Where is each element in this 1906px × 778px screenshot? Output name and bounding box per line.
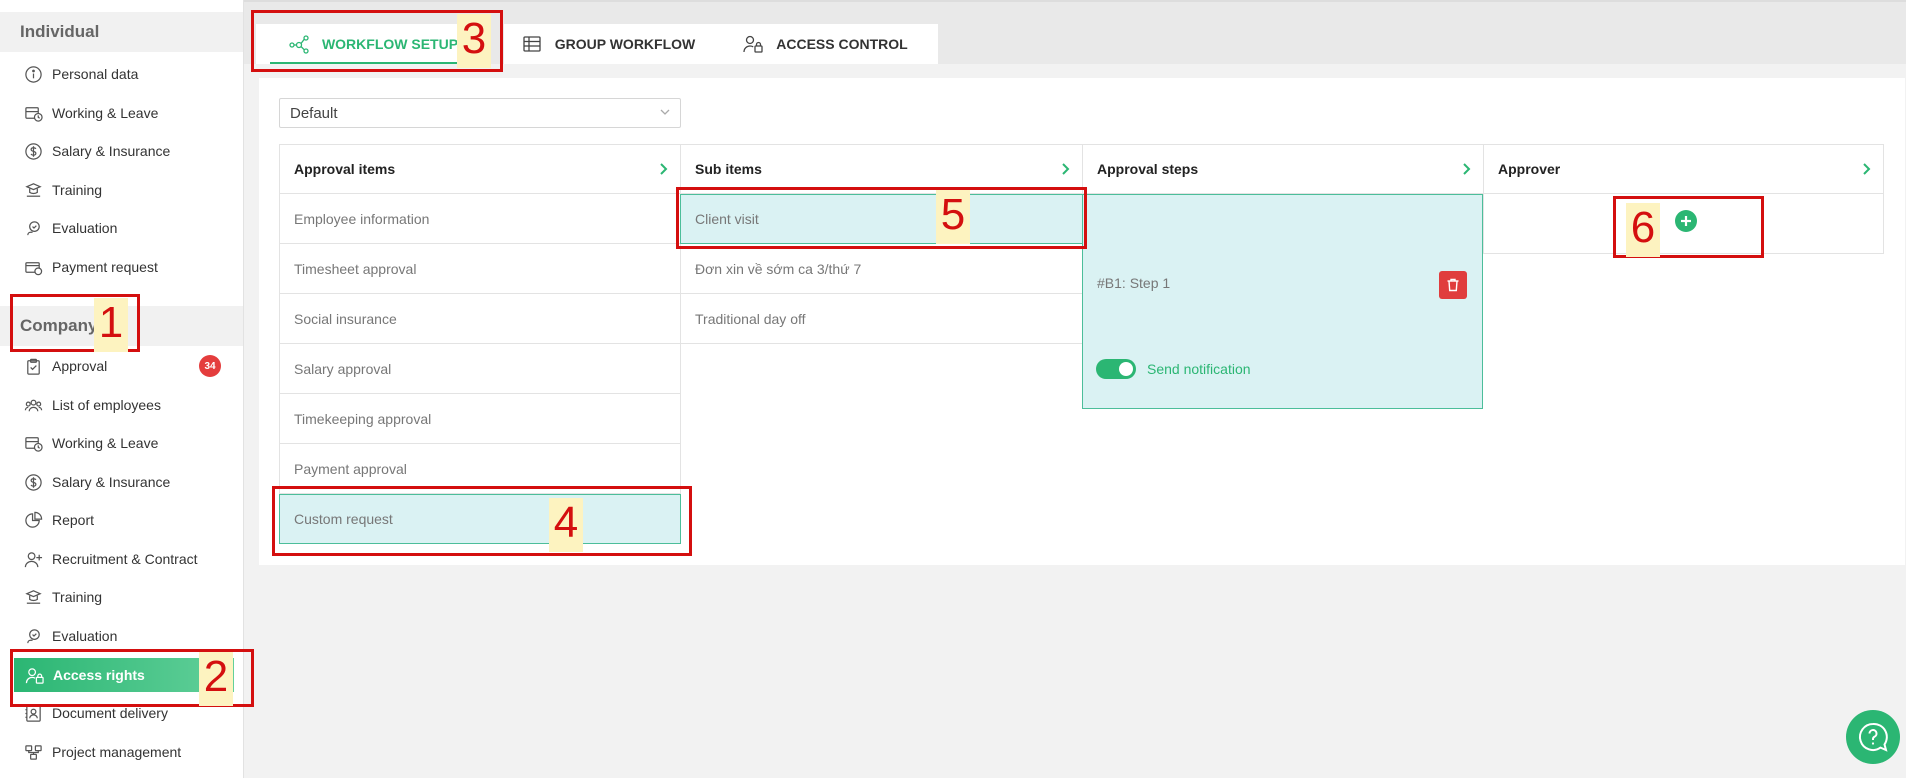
sidebar-item-label: Report: [52, 512, 95, 528]
table-icon: [523, 36, 541, 52]
annotation-number-2: 2: [199, 652, 233, 706]
column-header-label: Approver: [1498, 161, 1561, 177]
workflow-select-value: Default: [290, 104, 338, 122]
annotation-number-1: 1: [94, 298, 128, 352]
sidebar-item-payment-request[interactable]: Payment request: [0, 248, 243, 286]
annotation-number-3: 3: [457, 14, 491, 68]
approval-item-row[interactable]: Timekeeping approval: [279, 394, 681, 444]
sidebar-item-company-working-leave[interactable]: Working & Leave: [0, 424, 243, 462]
approval-steps-header: Approval steps: [1082, 144, 1484, 194]
calendar-clock-icon: [22, 102, 44, 124]
chevron-right-icon: [1062, 163, 1070, 175]
trash-icon: [1447, 278, 1459, 292]
sidebar-item-salary-insurance[interactable]: Salary & Insurance: [0, 132, 243, 170]
tab-label: ACCESS CONTROL: [776, 36, 908, 52]
training-icon: [22, 179, 44, 201]
workflow-select[interactable]: Default: [279, 98, 681, 128]
approval-item-row[interactable]: Social insurance: [279, 294, 681, 344]
sidebar-item-label: List of employees: [52, 397, 161, 413]
sidebar-item-label: Salary & Insurance: [52, 143, 171, 159]
sidebar-item-company-training[interactable]: Training: [0, 578, 243, 616]
annotation-box-4: [272, 486, 692, 556]
help-chat-icon: [1858, 722, 1888, 752]
tab-label: GROUP WORKFLOW: [554, 36, 696, 52]
clipboard-check-icon: [22, 355, 44, 377]
sidebar-item-label: Working & Leave: [52, 105, 159, 121]
users-icon: [22, 394, 44, 416]
sidebar-item-label: Working & Leave: [52, 435, 159, 451]
sidebar-item-approval[interactable]: Approval 34: [0, 347, 243, 385]
tab-group-workflow[interactable]: GROUP WORKFLOW: [504, 24, 712, 64]
section-header-individual: Individual: [0, 12, 243, 52]
sidebar-item-label: Training: [52, 589, 103, 605]
column-header-label: Sub items: [695, 161, 762, 177]
sidebar-item-label: Payment request: [52, 259, 158, 275]
evaluation-icon: [22, 217, 44, 239]
sidebar-item-personal-data[interactable]: Personal data: [0, 55, 243, 93]
approval-step-card[interactable]: #B1: Step 1 Send notification: [1082, 194, 1483, 409]
sidebar-item-working-leave[interactable]: Working & Leave: [0, 94, 243, 132]
delete-step-button[interactable]: [1439, 271, 1467, 299]
payment-icon: [22, 256, 44, 278]
column-header-label: Approval items: [294, 161, 396, 177]
chevron-down-icon: [660, 109, 670, 115]
chevron-right-icon: [1863, 163, 1871, 175]
sidebar-item-label: Salary & Insurance: [52, 474, 171, 490]
sidebar-item-company-salary-insurance[interactable]: Salary & Insurance: [0, 463, 243, 501]
sidebar-item-training[interactable]: Training: [0, 171, 243, 209]
sidebar-item-label: Document delivery: [52, 705, 168, 721]
approval-item-row[interactable]: Timesheet approval: [279, 244, 681, 294]
dollar-icon: [22, 471, 44, 493]
calendar-clock-icon: [22, 432, 44, 454]
training-icon: [22, 586, 44, 608]
sidebar-item-label: Evaluation: [52, 628, 118, 644]
send-notification-label: Send notification: [1147, 361, 1251, 377]
sidebar-item-label: Personal data: [52, 66, 139, 82]
approval-items-header: Approval items: [279, 144, 681, 194]
info-icon: [22, 63, 44, 85]
evaluation-icon: [22, 625, 44, 647]
sidebar-item-evaluation[interactable]: Evaluation: [0, 209, 243, 247]
step-label: #B1: Step 1: [1097, 275, 1171, 291]
chevron-right-icon: [660, 163, 668, 175]
user-plus-icon: [22, 548, 44, 570]
dollar-icon: [22, 140, 44, 162]
tab-access-control[interactable]: ACCESS CONTROL: [712, 24, 938, 64]
annotation-number-6: 6: [1626, 203, 1660, 257]
project-icon: [22, 741, 44, 763]
sidebar-item-project-management[interactable]: Project management: [0, 733, 243, 771]
pie-chart-icon: [22, 509, 44, 531]
column-header-label: Approval steps: [1097, 161, 1199, 177]
sidebar-item-label: Evaluation: [52, 220, 118, 236]
approval-items-column: Approval items Employee information Time…: [279, 144, 681, 544]
sidebar-item-recruitment-contract[interactable]: Recruitment & Contract: [0, 540, 243, 578]
annotation-number-5: 5: [936, 190, 970, 244]
sidebar-item-label: Recruitment & Contract: [52, 551, 198, 567]
approval-count-badge: 34: [199, 355, 221, 377]
user-lock-icon: [743, 35, 763, 53]
send-notification-toggle[interactable]: [1096, 359, 1136, 379]
help-button[interactable]: [1846, 710, 1900, 764]
annotation-number-4: 4: [549, 498, 583, 552]
sidebar-item-list-of-employees[interactable]: List of employees: [0, 386, 243, 424]
approval-item-row[interactable]: Salary approval: [279, 344, 681, 394]
chevron-right-icon: [1463, 163, 1471, 175]
sub-item-row[interactable]: Traditional day off: [680, 294, 1083, 344]
sidebar-item-label: Training: [52, 182, 103, 198]
approval-item-row[interactable]: Employee information: [279, 194, 681, 244]
annotation-box-5: [676, 187, 1087, 249]
approver-header: Approver: [1483, 144, 1884, 194]
sub-item-row[interactable]: Đơn xin về sớm ca 3/thứ 7: [680, 244, 1083, 294]
sidebar-item-label: Approval: [52, 358, 108, 374]
sidebar-item-label: Project management: [52, 744, 182, 760]
sidebar-item-report[interactable]: Report: [0, 501, 243, 539]
